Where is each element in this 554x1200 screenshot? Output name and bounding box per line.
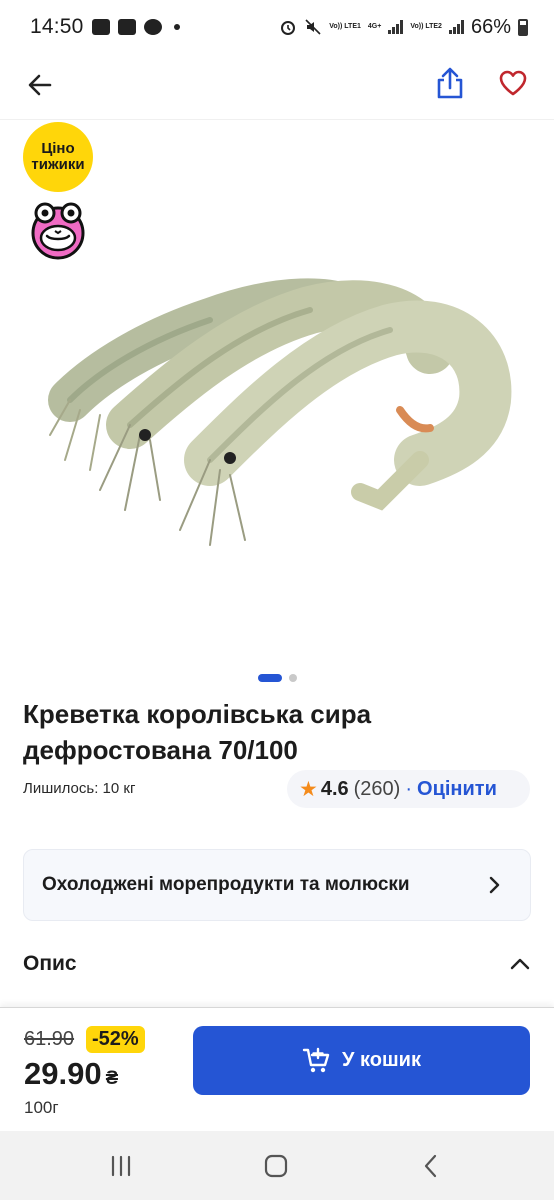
youtube-notification-icon bbox=[117, 19, 136, 35]
recents-icon bbox=[111, 1155, 131, 1177]
current-price: 29.90 ₴ bbox=[24, 1056, 118, 1092]
back-button[interactable] bbox=[20, 65, 60, 105]
description-toggle[interactable]: Опис bbox=[23, 944, 531, 984]
share-icon bbox=[437, 67, 463, 99]
pager-dot-1[interactable] bbox=[257, 674, 282, 682]
promo-badge-line1: Ціно bbox=[41, 140, 75, 157]
rating-separator: · bbox=[405, 777, 413, 800]
cart-add-icon bbox=[302, 1047, 330, 1072]
recents-button[interactable] bbox=[101, 1149, 141, 1183]
promo-badge-line2: тижики bbox=[31, 156, 85, 173]
price-value: 29.90 bbox=[24, 1056, 102, 1091]
sim1-label: Vo)) LTE1 bbox=[329, 23, 361, 30]
chevron-right-icon bbox=[489, 876, 500, 894]
more-notifications-icon bbox=[173, 24, 180, 30]
status-left: 14:50 bbox=[30, 15, 180, 39]
signal2-icon bbox=[448, 20, 464, 34]
frog-mascot-icon bbox=[31, 202, 85, 260]
chevron-up-icon bbox=[510, 958, 530, 970]
stock-left: Лишилось: 10 кг bbox=[23, 780, 136, 797]
app-notification-icon bbox=[143, 19, 162, 35]
product-image-shrimp[interactable] bbox=[40, 260, 520, 560]
add-to-cart-label: У кошик bbox=[342, 1049, 421, 1071]
home-icon bbox=[264, 1154, 288, 1178]
mute-icon bbox=[305, 19, 321, 35]
rate-link[interactable]: Оцінити bbox=[417, 778, 497, 801]
network-type: 4G+ bbox=[367, 23, 382, 30]
currency-symbol: ₴ bbox=[105, 1068, 119, 1089]
system-back-button[interactable] bbox=[411, 1149, 451, 1183]
product-title: Креветка королівська сира дефростована 7… bbox=[23, 699, 372, 765]
star-icon: ★ bbox=[299, 777, 318, 801]
heart-icon bbox=[499, 70, 527, 96]
buy-bar: 61.90 -52% 29.90 ₴ 100г У кошик bbox=[0, 1007, 554, 1131]
add-to-cart-button[interactable]: У кошик bbox=[193, 1026, 530, 1095]
alarm-icon bbox=[281, 21, 296, 35]
arrow-left-icon bbox=[28, 74, 52, 96]
status-time: 14:50 bbox=[30, 15, 84, 38]
sim2-label: Vo)) LTE2 bbox=[410, 23, 442, 30]
gallery-notification-icon bbox=[91, 19, 110, 35]
system-nav-bar bbox=[0, 1131, 554, 1200]
description-label: Опис bbox=[23, 952, 77, 975]
rating-score: 4.6 bbox=[320, 777, 349, 800]
discount-badge: -52% bbox=[86, 1026, 145, 1053]
price-unit: 100г bbox=[24, 1098, 59, 1117]
pager-dot-2[interactable] bbox=[288, 674, 297, 682]
category-card[interactable]: Охолоджені морепродукти та молюски bbox=[23, 849, 531, 921]
status-bar: 14:50 Vo)) LTE1 4G+ Vo)) LTE2 66% bbox=[0, 0, 554, 54]
review-count: (260) bbox=[353, 777, 401, 800]
rating-pill[interactable]: ★ 4.6 (260) · Оцінити bbox=[287, 770, 530, 808]
status-right: Vo)) LTE1 4G+ Vo)) LTE2 66% bbox=[279, 16, 528, 39]
home-button[interactable] bbox=[256, 1149, 296, 1183]
share-button[interactable] bbox=[430, 63, 470, 103]
old-price: 61.90 bbox=[24, 1028, 75, 1050]
top-app-bar bbox=[0, 54, 554, 120]
promo-badge: Ціно тижики bbox=[23, 122, 93, 192]
battery-icon bbox=[518, 18, 528, 36]
chevron-left-icon bbox=[424, 1154, 437, 1178]
battery-percent: 66% bbox=[470, 15, 511, 38]
signal1-icon bbox=[388, 20, 404, 34]
favorite-button[interactable] bbox=[493, 63, 533, 103]
category-label: Охолоджені морепродукти та молюски bbox=[42, 874, 410, 895]
gallery-pager bbox=[0, 674, 554, 682]
